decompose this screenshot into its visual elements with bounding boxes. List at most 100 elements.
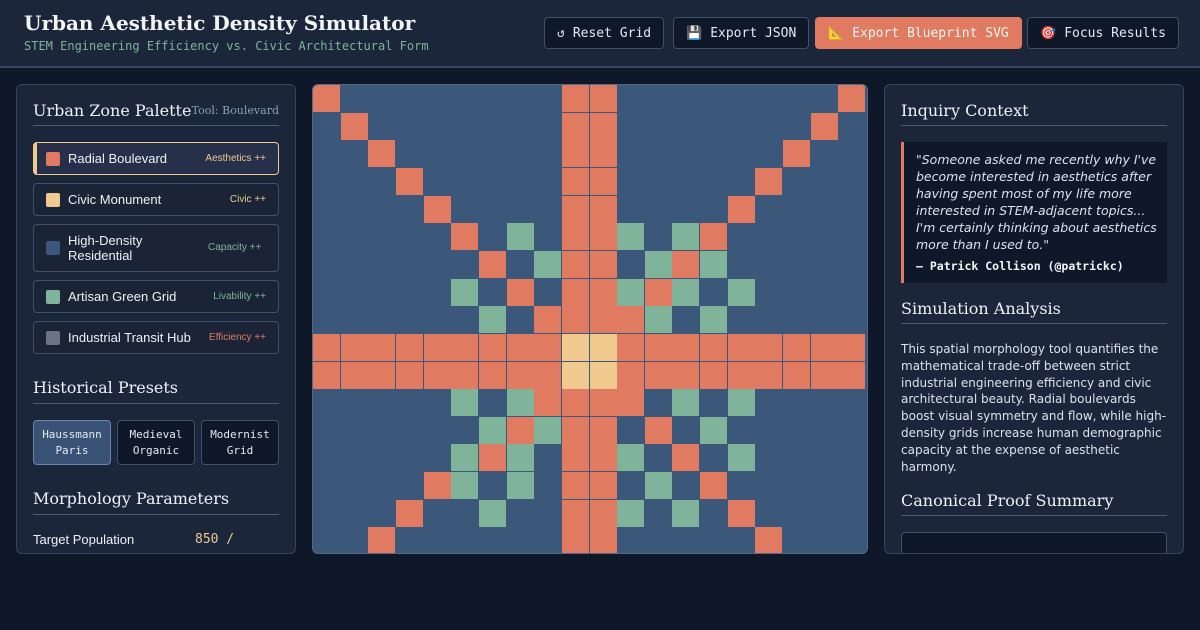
grid-cell-residential[interactable] [727,112,755,140]
grid-cell-boulevard[interactable] [589,167,617,195]
grid-cell-boulevard[interactable] [561,85,589,112]
grid-cell-green[interactable] [672,223,700,251]
grid-cell-boulevard[interactable] [423,361,451,389]
grid-cell-residential[interactable] [478,112,506,140]
grid-cell-residential[interactable] [727,472,755,500]
grid-cell-residential[interactable] [395,278,423,306]
grid-cell-boulevard[interactable] [727,499,755,527]
grid-cell-boulevard[interactable] [313,85,340,112]
grid-cell-residential[interactable] [478,278,506,306]
grid-cell-residential[interactable] [395,223,423,251]
grid-cell-boulevard[interactable] [838,85,866,112]
grid-cell-residential[interactable] [617,250,645,278]
grid-cell-residential[interactable] [755,85,783,112]
grid-cell-residential[interactable] [423,278,451,306]
grid-cell-residential[interactable] [838,250,866,278]
grid-cell-boulevard[interactable] [589,140,617,168]
grid-cell-boulevard[interactable] [672,250,700,278]
grid-cell-boulevard[interactable] [561,195,589,223]
grid-cell-residential[interactable] [478,389,506,417]
grid-cell-residential[interactable] [368,167,396,195]
grid-cell-residential[interactable] [755,278,783,306]
grid-cell-residential[interactable] [783,499,811,527]
grid-cell-residential[interactable] [395,306,423,334]
grid-cell-residential[interactable] [368,499,396,527]
export-blueprint-svg-button[interactable]: 📐 Export Blueprint SVG [815,17,1022,49]
grid-cell-residential[interactable] [810,306,838,334]
grid-cell-residential[interactable] [451,112,479,140]
grid-cell-boulevard[interactable] [534,389,562,417]
grid-cell-boulevard[interactable] [589,112,617,140]
grid-cell-boulevard[interactable] [395,333,423,361]
grid-cell-green[interactable] [534,250,562,278]
grid-cell-residential[interactable] [700,389,728,417]
grid-cell-residential[interactable] [700,499,728,527]
grid-cell-residential[interactable] [810,499,838,527]
grid-cell-residential[interactable] [340,472,368,500]
grid-cell-residential[interactable] [838,140,866,168]
grid-cell-residential[interactable] [451,167,479,195]
grid-cell-residential[interactable] [672,306,700,334]
grid-cell-residential[interactable] [727,306,755,334]
grid-cell-residential[interactable] [644,140,672,168]
grid-cell-boulevard[interactable] [534,333,562,361]
grid-cell-boulevard[interactable] [810,361,838,389]
grid-cell-boulevard[interactable] [561,306,589,334]
grid-cell-residential[interactable] [644,85,672,112]
grid-cell-residential[interactable] [644,112,672,140]
grid-cell-green[interactable] [617,444,645,472]
grid-cell-residential[interactable] [755,444,783,472]
grid-cell-boulevard[interactable] [451,223,479,251]
grid-cell-residential[interactable] [313,499,340,527]
grid-cell-boulevard[interactable] [561,278,589,306]
grid-cell-residential[interactable] [368,472,396,500]
grid-cell-residential[interactable] [755,306,783,334]
grid-cell-residential[interactable] [506,85,534,112]
grid-cell-residential[interactable] [755,223,783,251]
grid-cell-boulevard[interactable] [561,112,589,140]
grid-cell-boulevard[interactable] [810,112,838,140]
grid-cell-boulevard[interactable] [561,527,589,553]
grid-cell-residential[interactable] [727,140,755,168]
grid-cell-boulevard[interactable] [672,361,700,389]
grid-cell-residential[interactable] [423,389,451,417]
grid-cell-residential[interactable] [838,167,866,195]
grid-cell-boulevard[interactable] [561,444,589,472]
grid-cell-boulevard[interactable] [617,333,645,361]
grid-cell-residential[interactable] [313,167,340,195]
grid-cell-boulevard[interactable] [810,333,838,361]
grid-cell-boulevard[interactable] [617,361,645,389]
grid-cell-boulevard[interactable] [700,333,728,361]
grid-cell-residential[interactable] [340,416,368,444]
grid-cell-residential[interactable] [755,195,783,223]
grid-cell-residential[interactable] [755,472,783,500]
grid-cell-boulevard[interactable] [727,195,755,223]
grid-cell-boulevard[interactable] [617,389,645,417]
grid-cell-residential[interactable] [810,472,838,500]
grid-cell-residential[interactable] [534,223,562,251]
grid-cell-residential[interactable] [783,389,811,417]
grid-cell-residential[interactable] [644,444,672,472]
grid-cell-residential[interactable] [534,85,562,112]
grid-cell-residential[interactable] [700,167,728,195]
preset-haussmann-paris[interactable]: Haussmann Paris [33,420,111,465]
zone-high-density-residential[interactable]: High-Density Residential Capacity ++ [33,224,279,272]
grid-cell-residential[interactable] [700,195,728,223]
grid-cell-residential[interactable] [534,444,562,472]
grid-cell-residential[interactable] [810,85,838,112]
grid-cell-boulevard[interactable] [755,361,783,389]
grid-cell-boulevard[interactable] [340,361,368,389]
grid-cell-residential[interactable] [810,140,838,168]
grid-cell-green[interactable] [451,389,479,417]
grid-cell-residential[interactable] [838,472,866,500]
grid-cell-residential[interactable] [644,527,672,553]
grid-cell-green[interactable] [700,306,728,334]
grid-cell-green[interactable] [672,499,700,527]
grid-cell-boulevard[interactable] [644,416,672,444]
grid-cell-boulevard[interactable] [478,361,506,389]
grid-cell-residential[interactable] [340,223,368,251]
grid-cell-boulevard[interactable] [506,333,534,361]
grid-cell-residential[interactable] [368,112,396,140]
grid-cell-residential[interactable] [617,416,645,444]
grid-cell-residential[interactable] [783,527,811,553]
